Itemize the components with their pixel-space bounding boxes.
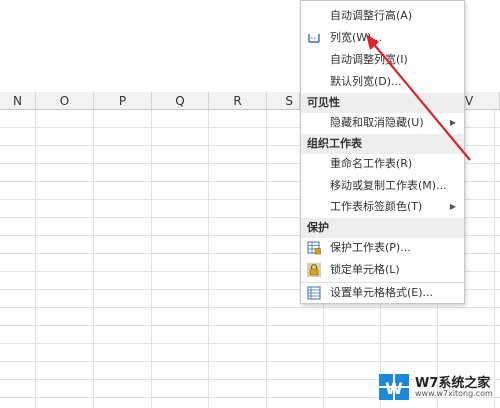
watermark-url: www.w7xitong.com	[415, 389, 493, 398]
windows-logo-icon: W	[379, 374, 409, 400]
watermark: W W7系统之家 www.w7xitong.com	[377, 370, 497, 404]
annotation-arrow	[366, 34, 471, 161]
svg-text:W: W	[385, 379, 403, 398]
